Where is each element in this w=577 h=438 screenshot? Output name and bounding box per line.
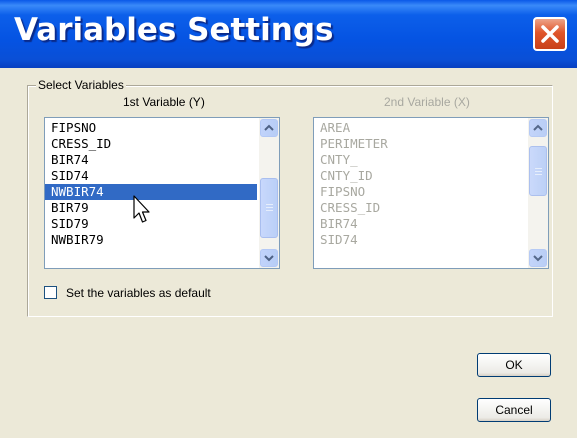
scroll-thumb[interactable] [260, 178, 278, 238]
list-item[interactable]: SID74 [45, 168, 257, 184]
list-item[interactable]: CRESS_ID [45, 136, 257, 152]
scroll-thumb[interactable] [529, 146, 547, 196]
list-item: CNTY_ [320, 152, 358, 167]
list-item: PERIMETER [320, 136, 388, 151]
list-item[interactable]: BIR74 [45, 152, 257, 168]
first-list-scrollbar[interactable] [259, 118, 279, 268]
scroll-up-button[interactable] [529, 119, 547, 137]
list-item: AREA [320, 120, 351, 135]
first-variable-listbox[interactable]: FIPSNO CRESS_ID BIR74 SID74 NWBIR74 BIR7… [44, 117, 280, 269]
cancel-button[interactable]: Cancel [477, 398, 551, 422]
chevron-up-icon [533, 124, 543, 131]
chevron-down-icon [264, 255, 274, 262]
default-checkbox[interactable] [44, 286, 57, 299]
chevron-down-icon [533, 255, 543, 262]
mouse-pointer-icon [133, 195, 150, 223]
list-item: CRESS_ID [320, 200, 381, 215]
close-button[interactable] [533, 17, 567, 51]
list-item: FIPSNO [320, 184, 366, 199]
ok-button[interactable]: OK [477, 353, 551, 377]
second-list-scrollbar[interactable] [528, 118, 548, 268]
scroll-down-button[interactable] [529, 249, 547, 267]
chevron-up-icon [264, 124, 274, 131]
title-bar[interactable]: Variables Settings [0, 0, 577, 68]
close-icon [541, 25, 559, 43]
window-title: Variables Settings [14, 12, 334, 48]
list-item[interactable]: FIPSNO [45, 120, 257, 136]
list-item: SID74 [320, 232, 358, 247]
list-item[interactable]: NWBIR79 [45, 232, 257, 248]
group-label: Select Variables [36, 78, 126, 92]
default-checkbox-label[interactable]: Set the variables as default [66, 286, 211, 300]
second-variable-listbox[interactable]: AREA PERIMETER CNTY_ CNTY_ID FIPSNO CRES… [313, 117, 549, 269]
list-item: BIR74 [320, 216, 358, 231]
second-variable-caption: 2nd Variable (X) [384, 95, 470, 109]
first-variable-caption: 1st Variable (Y) [123, 95, 205, 109]
scroll-up-button[interactable] [260, 119, 278, 137]
scroll-down-button[interactable] [260, 249, 278, 267]
list-item: CNTY_ID [320, 168, 373, 183]
